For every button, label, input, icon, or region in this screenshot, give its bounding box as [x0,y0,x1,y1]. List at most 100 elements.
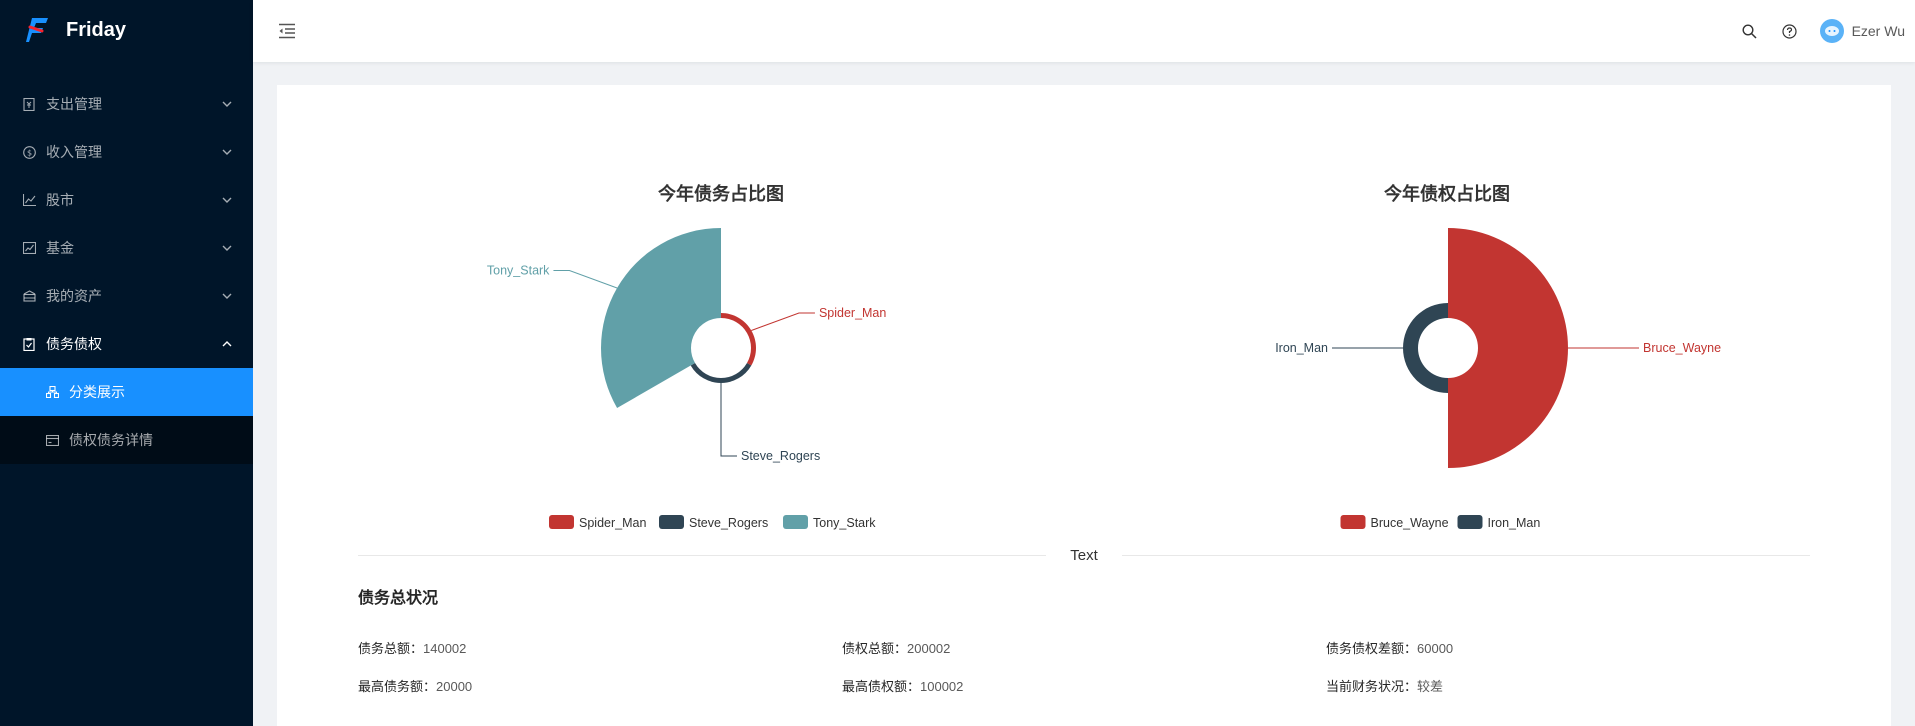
summary-item: 当前财务状况：较差 [1326,676,1810,695]
legend-item[interactable]: Iron_Man [1457,515,1541,530]
slice-label: Tony_Stark [487,264,550,278]
summary-item: 债务债权差额：60000 [1326,638,1810,657]
divider: Text [358,545,1811,565]
user-menu[interactable]: Ezer Wu [1810,19,1905,43]
logo-icon [26,18,48,42]
app-name: Friday [66,18,127,41]
sidebar-item-debts[interactable]: 债务债权 [0,320,253,368]
slice-label: Iron_Man [1275,341,1328,355]
chevron-down-icon [221,290,233,302]
legend-label: Spider_Man [579,516,646,530]
pie-slice-tony-stark[interactable] [601,228,721,408]
legend-swatch [1457,515,1483,529]
side-menu: 支出管理 $ 收入管理 股市 基金 我的资产 债务债权 分类展示 债权债务详情 [0,80,253,464]
divider-line [358,554,1047,556]
sidebar-item-stocks[interactable]: 股市 [0,176,253,224]
audit-icon [22,337,36,351]
chevron-down-icon [221,194,233,206]
pie-slice-steve-rogers[interactable] [690,363,752,383]
legend-label: Tony_Stark [813,516,876,530]
fund-icon [22,241,36,255]
chevron-down-icon [221,242,233,254]
legend-item[interactable]: Tony_Stark [783,515,876,530]
summary-key: 债权总额： [842,640,908,656]
summary-item: 最高债权额：100002 [842,676,1326,695]
main-content: 今年债务占比图 Spider_Man Steve_Rogers Tony_Stark… [277,85,1891,726]
label-leader-line [553,270,618,289]
header-actions: Ezer Wu [1730,0,1915,62]
summary-title: 债务总状况 [358,590,439,607]
summary-item: 最高债务额：20000 [358,676,842,695]
summary-item: 债权总额：200002 [842,638,1326,657]
sidebar-item-label: 我的资产 [46,288,102,304]
sidebar-item-category-view[interactable]: 分类展示 [0,368,253,416]
sidebar-item-label: 债权债务详情 [69,432,153,448]
credit-ratio-chart: 今年债权占比图 Bruce_Wayne Iron_Man Bruce_Wayne I… [1275,183,1721,530]
pie-slice-iron-man[interactable] [1403,303,1448,393]
sidebar-item-funds[interactable]: 基金 [0,224,253,272]
summary-value: 200002 [907,640,951,656]
menu-fold-icon[interactable] [277,21,297,41]
chevron-up-icon [221,338,233,350]
legend-item[interactable]: Steve_Rogers [659,515,768,530]
legend-swatch [1340,515,1366,529]
legend-swatch [659,515,684,529]
chart-title: 今年债务占比图 [658,183,784,204]
sidebar: Friday 支出管理 $ 收入管理 股市 基金 我的资产 债务债权 分类展示 … [0,0,253,726]
chevron-down-icon [221,98,233,110]
sidebar-item-label: 债务债权 [46,336,102,352]
label-leader-line [751,312,815,331]
label-leader-line [720,383,737,457]
pie-slice-bruce-wayne[interactable] [1448,228,1568,468]
credit-card-icon [45,433,59,447]
search-icon[interactable] [1730,0,1770,62]
summary-key: 当前财务状况： [1326,678,1418,694]
chevron-down-icon [221,146,233,158]
divider-line [1121,554,1811,556]
summary-row: 债务总额：140002 债权总额：200002 债务债权差额：60000 [358,628,1810,666]
summary-key: 债务总额： [358,640,424,656]
summary-value: 较差 [1417,678,1444,694]
pie-slice-spider-man[interactable] [721,313,756,366]
user-name: Ezer Wu [1851,23,1905,39]
legend-item[interactable]: Bruce_Wayne [1340,515,1449,530]
cluster-icon [45,385,59,399]
line-chart-icon [22,193,36,207]
summary-key: 最高债务额： [358,678,437,694]
logo[interactable]: Friday [0,0,253,60]
sidebar-item-debt-details[interactable]: 债权债务详情 [0,416,253,464]
receipt-icon [22,97,36,111]
divider-text: Text [1070,546,1098,564]
svg-text:$: $ [26,148,31,157]
legend-swatch [549,515,574,529]
legend-label: Bruce_Wayne [1371,516,1449,530]
sidebar-item-label: 收入管理 [46,144,102,160]
sidebar-item-label: 股市 [46,192,74,208]
slice-label: Bruce_Wayne [1643,341,1721,355]
sidebar-item-expense[interactable]: 支出管理 [0,80,253,128]
sidebar-item-label: 支出管理 [46,96,102,112]
sidebar-item-income[interactable]: $ 收入管理 [0,128,253,176]
legend-label: Iron_Man [1488,516,1541,530]
summary-row: 最高债务额：20000 最高债权额：100002 当前财务状况：较差 [358,666,1810,704]
dollar-circle-icon: $ [22,145,36,159]
summary-value: 60000 [1417,640,1454,656]
charts-area: 今年债务占比图 Spider_Man Steve_Rogers Tony_Stark… [487,183,1721,530]
summary-descriptions: 债务总额：140002 债权总额：200002 债务债权差额：60000 最高债… [358,628,1810,704]
summary-key: 最高债权额： [842,678,921,694]
sidebar-item-assets[interactable]: 我的资产 [0,272,253,320]
bank-icon [22,289,36,303]
help-icon[interactable] [1770,0,1810,62]
legend-item[interactable]: Spider_Man [549,515,646,530]
chart-title: 今年债权占比图 [1384,183,1510,204]
summary-key: 债务债权差额： [1326,640,1418,656]
sidebar-item-label: 分类展示 [69,384,125,400]
avatar [1819,19,1844,43]
legend-label: Steve_Rogers [689,516,768,530]
slice-label: Spider_Man [819,306,886,320]
debt-ratio-chart: 今年债务占比图 Spider_Man Steve_Rogers Tony_Stark… [487,183,886,530]
debts-submenu: 分类展示 债权债务详情 [0,368,253,464]
top-header: Ezer Wu [253,0,1915,62]
summary-value: 140002 [423,640,467,656]
slice-label: Steve_Rogers [741,449,820,463]
